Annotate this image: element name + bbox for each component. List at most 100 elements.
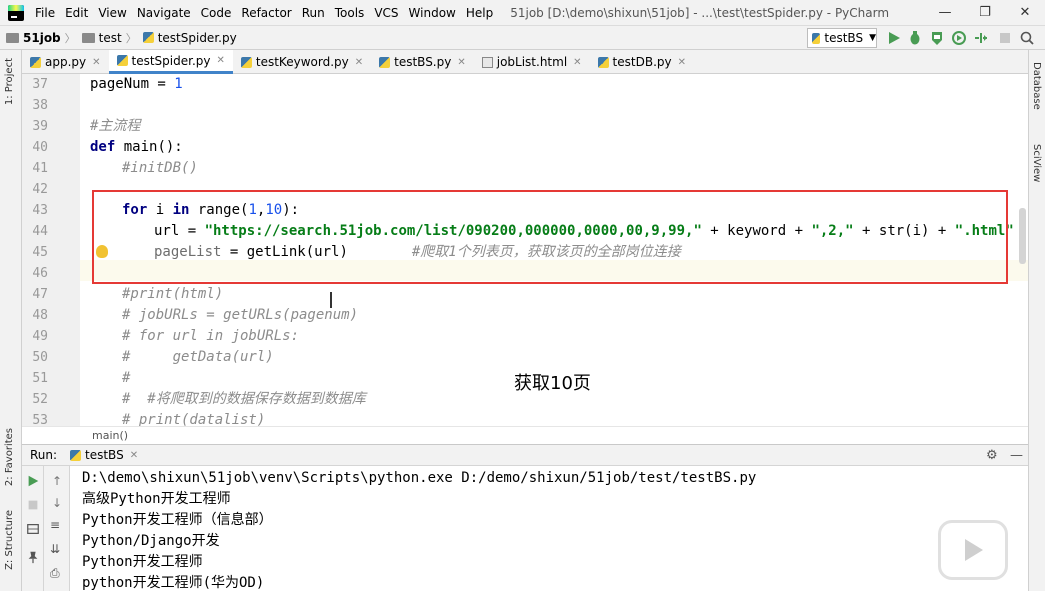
line-number: 39 <box>32 119 48 134</box>
run-console[interactable]: D:\demo\shixun\51job\venv\Scripts\python… <box>70 466 1028 591</box>
minimize-button[interactable]: — <box>925 0 965 26</box>
stop-icon[interactable] <box>997 30 1013 46</box>
pycharm-logo-icon <box>8 4 24 21</box>
arrow-up-icon[interactable]: ↑ <box>52 474 62 488</box>
print-icon[interactable]: ⎙ <box>50 566 60 581</box>
code-line[interactable]: 38 <box>22 95 1028 116</box>
menu-run[interactable]: Run <box>297 0 330 26</box>
folder-icon <box>81 32 95 43</box>
code-comment: # for url in jobURLs: <box>122 328 300 344</box>
tab-testkeyword-py[interactable]: testKeyword.py ✕ <box>233 50 371 74</box>
close-icon[interactable]: ✕ <box>678 57 686 68</box>
left-tool-strip: 1: Project 2: Favorites Z: Structure <box>0 50 22 591</box>
menu-navigate[interactable]: Navigate <box>132 0 196 26</box>
line-number: 44 <box>32 224 48 239</box>
menu-refactor[interactable]: Refactor <box>236 0 296 26</box>
code-line[interactable]: 47 #print(html) <box>22 284 1028 305</box>
menu-tools[interactable]: Tools <box>330 0 370 26</box>
folder-icon <box>6 32 19 43</box>
sciview-tool-button[interactable]: SciView <box>1031 144 1042 182</box>
python-file-icon <box>597 56 609 68</box>
line-number: 41 <box>32 161 48 176</box>
favorites-tool-button[interactable]: 2: Favorites <box>4 428 15 486</box>
layout-icon[interactable] <box>26 522 40 536</box>
soft-wrap-icon[interactable]: ≡ <box>50 518 60 532</box>
code-line[interactable]: 37 pageNum = 1 <box>22 74 1028 95</box>
line-number: 47 <box>32 287 48 302</box>
video-caption: 获取10页 <box>514 373 591 394</box>
bilibili-watermark-icon <box>938 520 1008 580</box>
python-file-icon <box>116 55 128 66</box>
debug-icon[interactable] <box>907 30 923 46</box>
maximize-button[interactable]: ❐ <box>965 0 1005 26</box>
python-file-icon <box>142 32 154 43</box>
code-line[interactable]: 48 # jobURLs = getURLs(pagenum) <box>22 305 1028 326</box>
code-comment: #print(html) <box>122 286 224 302</box>
stop-icon[interactable] <box>26 498 40 512</box>
structure-tool-button[interactable]: Z: Structure <box>4 510 15 570</box>
annotation-highlight-box <box>92 190 1008 284</box>
line-number: 42 <box>32 182 48 197</box>
search-icon[interactable] <box>1019 30 1035 46</box>
line-number: 46 <box>32 266 48 281</box>
scroll-to-end-icon[interactable]: ⇊ <box>50 542 60 556</box>
code-line[interactable]: 49 # for url in jobURLs: <box>22 326 1028 347</box>
tab-label: testBS.py <box>394 55 452 69</box>
code-line[interactable]: 40 def main(): <box>22 137 1028 158</box>
project-tool-button[interactable]: 1: Project <box>4 58 15 105</box>
menu-window[interactable]: Window <box>404 0 461 26</box>
menu-view[interactable]: View <box>93 0 131 26</box>
menu-vcs[interactable]: VCS <box>369 0 403 26</box>
menu-edit[interactable]: Edit <box>60 0 93 26</box>
close-icon[interactable]: ✕ <box>573 57 581 68</box>
run-icon[interactable] <box>886 30 902 46</box>
text-cursor-icon <box>330 292 332 308</box>
line-number: 43 <box>32 203 48 218</box>
tab-label: app.py <box>45 55 87 69</box>
code-comment: # getData(url) <box>122 349 274 365</box>
breadcrumb-file[interactable]: testSpider.py <box>142 31 237 45</box>
close-icon[interactable]: ✕ <box>457 57 465 68</box>
arrow-down-icon[interactable]: ↓ <box>52 496 62 510</box>
tab-label: testSpider.py <box>131 53 211 68</box>
close-icon[interactable]: ✕ <box>130 450 138 461</box>
close-button[interactable]: ✕ <box>1005 0 1045 26</box>
tab-joblist-html[interactable]: jobList.html ✕ <box>474 50 590 74</box>
close-icon[interactable]: ✕ <box>92 57 100 68</box>
close-icon[interactable]: ✕ <box>355 57 363 68</box>
tab-testbs-py[interactable]: testBS.py ✕ <box>371 50 474 74</box>
code-line[interactable]: 53 # print(datalist) <box>22 410 1028 426</box>
database-tool-button[interactable]: Database <box>1031 62 1042 110</box>
breadcrumb-project[interactable]: 51job 〉 <box>6 30 76 46</box>
console-line: D:\demo\shixun\51job\venv\Scripts\python… <box>82 470 757 486</box>
line-number: 45 <box>32 245 48 260</box>
chevron-right-icon: 〉 <box>64 31 76 45</box>
minimize-panel-icon[interactable]: — <box>1010 448 1023 463</box>
editor-scrollbar[interactable] <box>1019 208 1026 264</box>
html-file-icon <box>481 56 493 68</box>
tab-label: jobList.html <box>496 55 568 69</box>
code-line[interactable]: 50 # getData(url) <box>22 347 1028 368</box>
breadcrumb-folder[interactable]: test 〉 <box>81 30 137 46</box>
menu-code[interactable]: Code <box>196 0 237 26</box>
code-line[interactable]: 41 #initDB() <box>22 158 1028 179</box>
close-icon[interactable]: ✕ <box>217 55 225 66</box>
run-config-select[interactable]: testBS ▼ <box>807 28 877 48</box>
rerun-icon[interactable] <box>26 474 40 488</box>
run-with-coverage-icon[interactable] <box>929 30 945 46</box>
profile-icon[interactable] <box>951 30 967 46</box>
pin-icon[interactable] <box>26 550 40 564</box>
editor-breadcrumb[interactable]: main() <box>22 426 1028 444</box>
menu-bar: File Edit View Navigate Code Refactor Ru… <box>0 0 1045 26</box>
menu-file[interactable]: File <box>30 0 60 26</box>
concurrency-icon[interactable] <box>973 30 989 46</box>
tab-app-py[interactable]: app.py ✕ <box>22 50 109 74</box>
tab-testspider-py[interactable]: testSpider.py ✕ <box>108 50 233 74</box>
gear-icon[interactable]: ⚙ <box>986 448 998 463</box>
tab-testdb-py[interactable]: testDB.py ✕ <box>590 50 694 74</box>
code-line[interactable]: 39 #主流程 <box>22 116 1028 137</box>
run-tab-testbs[interactable]: testBS <box>85 448 124 462</box>
code-comment: # #将爬取到的数据保存数据到数据库 <box>122 391 366 407</box>
line-number: 37 <box>32 77 48 92</box>
menu-help[interactable]: Help <box>461 0 498 26</box>
